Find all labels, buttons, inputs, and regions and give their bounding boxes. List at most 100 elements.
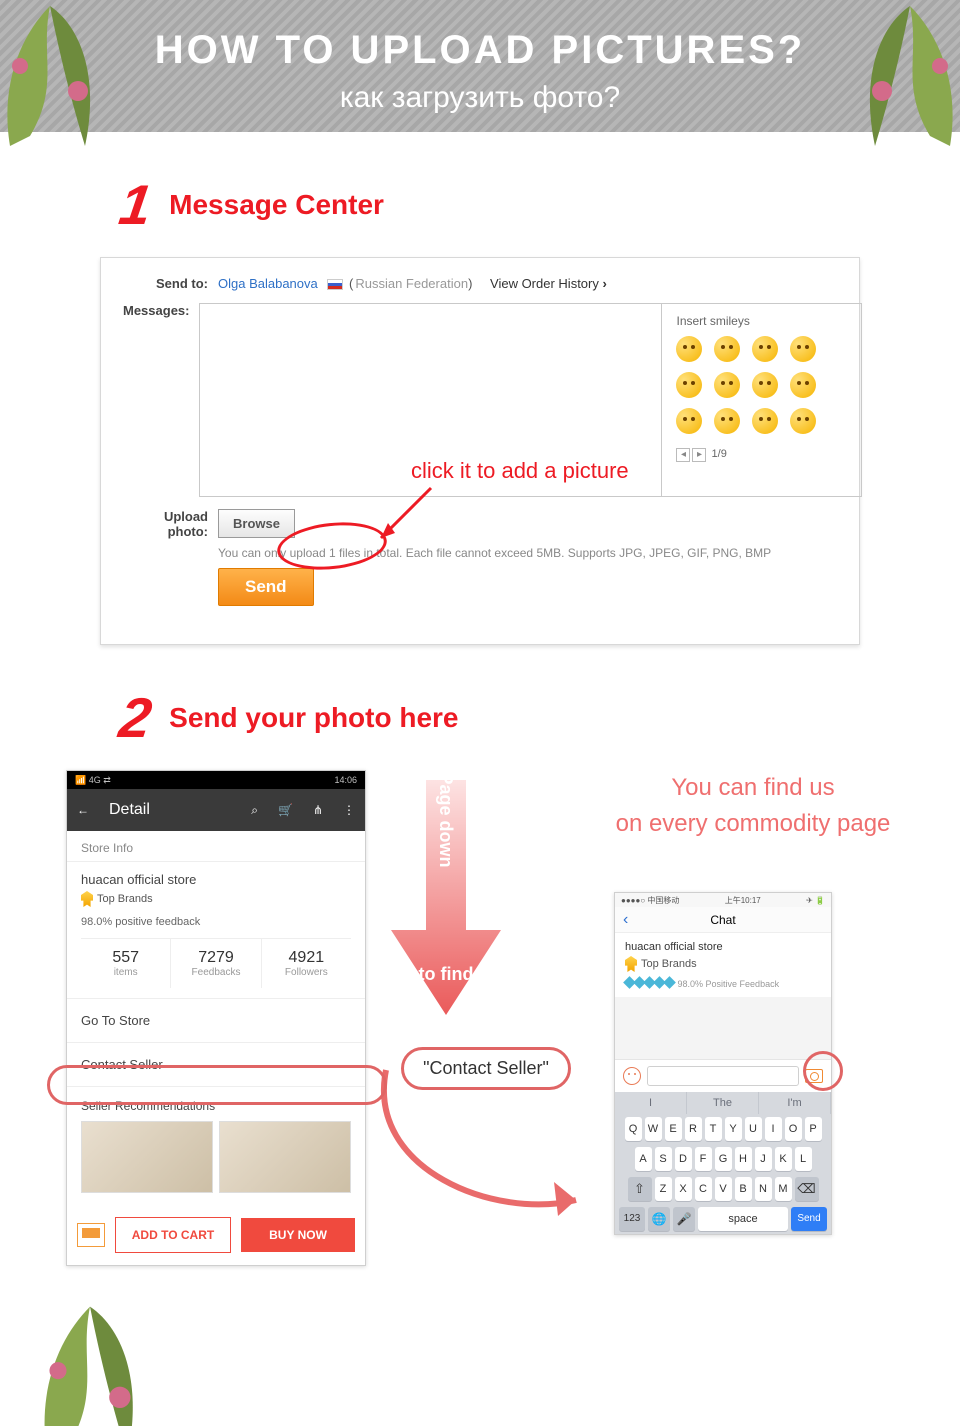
kbd-key[interactable]: V (715, 1177, 732, 1201)
smiley-icon[interactable] (714, 336, 740, 362)
kbd-key[interactable]: D (675, 1147, 692, 1171)
share-icon[interactable]: ⋔ (313, 803, 323, 817)
rec-thumb[interactable] (219, 1121, 351, 1193)
camera-highlight (803, 1051, 843, 1091)
kbd-suggestion[interactable]: The (687, 1092, 759, 1114)
middle-annotations: Page down to find "Contact Seller" (386, 770, 586, 1266)
chat-title: Chat (710, 913, 735, 927)
kbd-key[interactable]: K (775, 1147, 792, 1171)
pager-prev[interactable]: ◂ (676, 448, 690, 462)
kbd-key[interactable]: U (745, 1117, 762, 1141)
top-brands-label: Top Brands (97, 893, 153, 905)
hero-banner: HOW TO UPLOAD PICTURES? как загрузить фо… (0, 0, 960, 132)
kbd-key[interactable]: S (655, 1147, 672, 1171)
kbd-key[interactable]: B (735, 1177, 752, 1201)
kbd-key[interactable]: Q (625, 1117, 642, 1141)
kbd-key[interactable]: Z (655, 1177, 672, 1201)
smiley-icon[interactable] (790, 336, 816, 362)
kbd-key[interactable]: J (755, 1147, 772, 1171)
smiley-icon[interactable] (714, 408, 740, 434)
kbd-key[interactable]: E (665, 1117, 682, 1141)
browse-button[interactable]: Browse (218, 509, 295, 538)
kbd-shift[interactable]: ⇧ (628, 1177, 652, 1201)
stat-label: Feedbacks (171, 967, 260, 978)
pager-next[interactable]: ▸ (692, 448, 706, 462)
smiley-icon[interactable] (676, 372, 702, 398)
kbd-key[interactable]: G (715, 1147, 732, 1171)
kbd-key[interactable]: X (675, 1177, 692, 1201)
back-icon[interactable]: ← (77, 803, 89, 817)
kbd-key[interactable]: H (735, 1147, 752, 1171)
contact-seller-highlight (47, 1065, 387, 1105)
leaf-decoration-left (0, 0, 110, 146)
kbd-suggestion[interactable]: I (615, 1092, 687, 1114)
cart-icon[interactable]: 🛒 (278, 803, 293, 817)
footer-decoration (0, 1306, 960, 1426)
kbd-send[interactable]: Send (791, 1207, 827, 1231)
smiley-icon[interactable] (714, 372, 740, 398)
smiley-icon[interactable] (676, 408, 702, 434)
kbd-key[interactable]: O (785, 1117, 802, 1141)
smiley-icon[interactable] (752, 372, 778, 398)
sendto-label: Send to: (123, 276, 218, 291)
kbd-suggestion[interactable]: I'm (759, 1092, 831, 1114)
shop-icon[interactable] (77, 1223, 105, 1247)
smiley-icon[interactable] (752, 408, 778, 434)
kbd-mic-icon[interactable]: 🎤 (673, 1207, 695, 1231)
flag-icon (327, 279, 343, 290)
kbd-key[interactable]: T (705, 1117, 722, 1141)
kbd-key[interactable]: I (765, 1117, 782, 1141)
stat-value: 7279 (171, 949, 260, 967)
buy-now-button[interactable]: BUY NOW (241, 1218, 355, 1252)
find-us-line1: You can find us (606, 770, 900, 806)
emoji-icon[interactable] (623, 1067, 641, 1085)
phone-b-statusbar: ●●●●○ 中国移动 上午10:17 ✈ 🔋 (615, 893, 831, 907)
kbd-numeric[interactable]: 123 (619, 1207, 645, 1231)
view-order-history-link[interactable]: View Order History (490, 276, 607, 291)
smiley-title: Insert smileys (676, 314, 847, 328)
stat-value: 4921 (262, 949, 351, 967)
kbd-space[interactable]: space (698, 1207, 788, 1231)
kbd-key[interactable]: W (645, 1117, 662, 1141)
search-icon[interactable]: ⌕ (251, 803, 258, 818)
recipient-link[interactable]: Olga Balabanova (218, 276, 318, 291)
svg-text:to find: to find (419, 964, 474, 984)
step2-number: 2 (115, 685, 155, 750)
back-icon[interactable]: ‹ (623, 911, 628, 929)
smiley-icon[interactable] (676, 336, 702, 362)
kbd-key[interactable]: Y (725, 1117, 742, 1141)
chat-area (615, 997, 831, 1059)
goto-store-link[interactable]: Go To Store (67, 999, 365, 1043)
ribbon-icon (81, 891, 93, 907)
top-brands-badge: Top Brands (81, 891, 153, 907)
store-name: huacan official store (81, 872, 351, 887)
time-label: 上午10:17 (725, 895, 761, 906)
phone-mockup-b: ●●●●○ 中国移动 上午10:17 ✈ 🔋 ‹ Chat huacan off… (614, 892, 832, 1235)
kbd-globe-icon[interactable]: 🌐 (648, 1207, 670, 1231)
smiley-icon[interactable] (752, 336, 778, 362)
appbar-title: Detail (109, 801, 231, 819)
send-button[interactable]: Send (218, 568, 314, 606)
recipient-country: Russian Federation (355, 276, 468, 291)
find-us-line2: on every commodity page (606, 806, 900, 842)
stat-value: 557 (81, 949, 170, 967)
kbd-key[interactable]: R (685, 1117, 702, 1141)
svg-text:Page down: Page down (436, 780, 456, 868)
kbd-key[interactable]: A (635, 1147, 652, 1171)
kbd-key[interactable]: F (695, 1147, 712, 1171)
more-icon[interactable]: ⋮ (343, 803, 355, 817)
rec-thumb[interactable] (81, 1121, 213, 1193)
phone-a-appbar: ← Detail ⌕ 🛒 ⋔ ⋮ (67, 789, 365, 831)
add-to-cart-button[interactable]: ADD TO CART (115, 1217, 231, 1253)
step1-header: 1 Message Center (120, 172, 960, 237)
kbd-delete[interactable]: ⌫ (795, 1177, 819, 1201)
smiley-icon[interactable] (790, 372, 816, 398)
keyboard: I The I'm QWERTYUIOP ASDFGHJKL ⇧ZXCVBNM⌫… (615, 1092, 831, 1234)
kbd-key[interactable]: C (695, 1177, 712, 1201)
kbd-key[interactable]: N (755, 1177, 772, 1201)
kbd-key[interactable]: L (795, 1147, 812, 1171)
kbd-key[interactable]: M (775, 1177, 792, 1201)
kbd-key[interactable]: P (805, 1117, 822, 1141)
chat-input[interactable] (647, 1066, 799, 1086)
smiley-icon[interactable] (790, 408, 816, 434)
